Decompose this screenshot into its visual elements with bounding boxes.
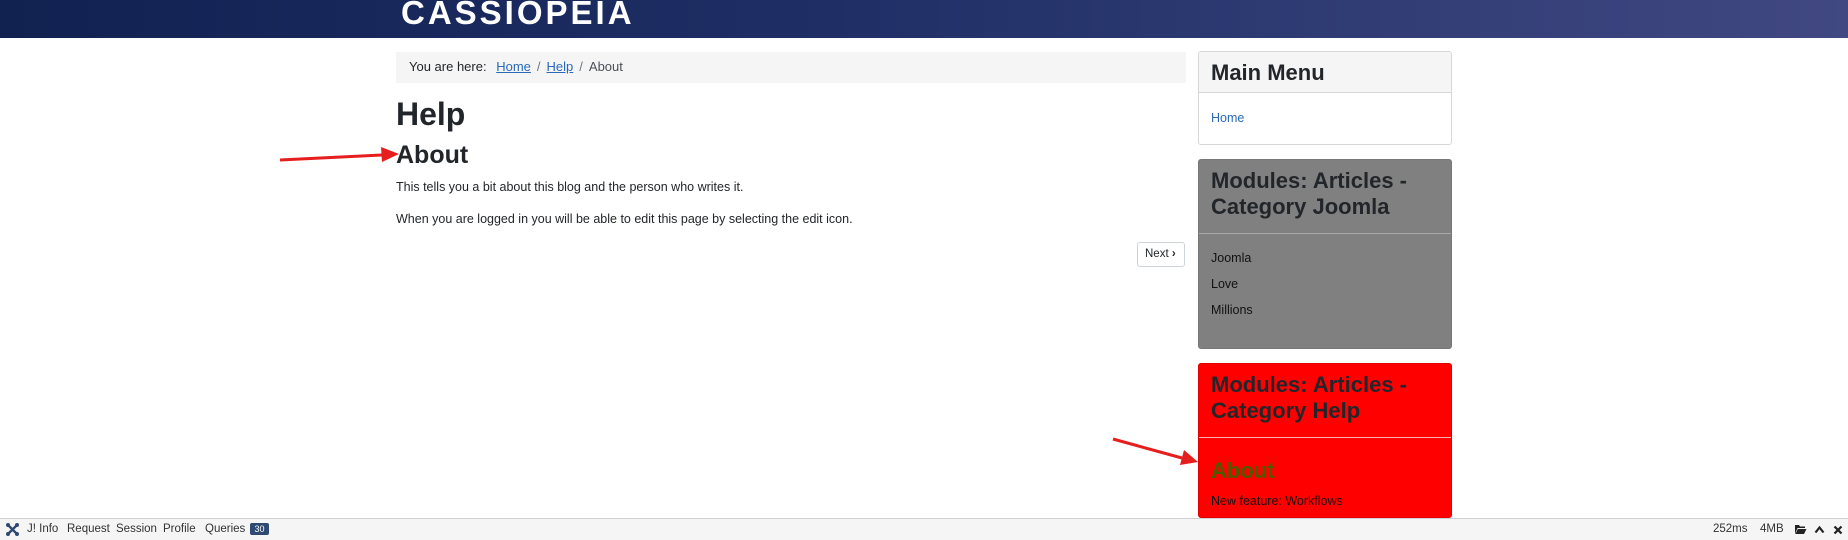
site-header: CASSIOPEIA: [0, 0, 1848, 38]
breadcrumb-help-link[interactable]: Help: [547, 59, 574, 74]
next-button[interactable]: Next ›: [1137, 242, 1185, 267]
breadcrumb-current: About: [588, 59, 623, 74]
breadcrumb-separator: /: [579, 59, 583, 74]
article-title: About: [396, 141, 469, 169]
page-heading: Help: [396, 96, 466, 132]
arrow-annotation-icon: [1112, 437, 1198, 465]
folder-open-icon[interactable]: [1794, 524, 1807, 535]
breadcrumb: You are here: Home / Help / About: [396, 52, 1186, 83]
debug-time: 252ms: [1713, 523, 1748, 535]
category-help-module: Modules: Articles - Category Help About …: [1198, 363, 1452, 518]
chevron-right-icon: ›: [1171, 248, 1176, 260]
breadcrumb-home-link[interactable]: Home: [496, 59, 531, 74]
article-paragraph: This tells you a bit about this blog and…: [396, 180, 744, 194]
debug-memory: 4MB: [1760, 523, 1784, 535]
main-menu-module: Main Menu Home: [1198, 51, 1452, 145]
category-help-text: New feature: Workflows: [1211, 494, 1343, 508]
queries-count-badge: 30: [250, 523, 269, 535]
joomla-logo-icon[interactable]: [5, 522, 20, 537]
next-label: Next: [1145, 248, 1169, 260]
category-joomla-title: Modules: Articles - Category Joomla: [1199, 160, 1451, 234]
debug-queries-tab[interactable]: Queries 30: [205, 523, 269, 535]
arrow-annotation-icon: [279, 147, 399, 162]
brand-logo[interactable]: CASSIOPEIA: [401, 0, 635, 32]
close-icon[interactable]: [1833, 525, 1843, 535]
breadcrumb-lead: You are here:: [409, 59, 487, 74]
debug-queries-label: Queries: [205, 523, 246, 535]
main-menu-item-home[interactable]: Home: [1211, 111, 1439, 125]
debug-bar: J! Info Request Session Profile Queries …: [0, 518, 1848, 540]
category-help-title: Modules: Articles - Category Help: [1199, 364, 1451, 438]
category-help-article-link[interactable]: About: [1211, 458, 1439, 484]
category-joomla-module: Modules: Articles - Category Joomla Joom…: [1198, 159, 1452, 349]
debug-profile-tab[interactable]: Profile: [163, 523, 196, 535]
breadcrumb-separator: /: [536, 59, 541, 74]
category-article-link[interactable]: Love: [1211, 275, 1439, 301]
debug-session-tab[interactable]: Session: [116, 523, 157, 535]
category-article-link[interactable]: Joomla: [1211, 249, 1439, 275]
debug-info-tab[interactable]: J! Info: [27, 523, 58, 535]
chevron-up-icon[interactable]: [1814, 525, 1825, 534]
debug-request-tab[interactable]: Request: [67, 523, 110, 535]
category-article-link[interactable]: Millions: [1211, 301, 1439, 327]
article-paragraph: When you are logged in you will be able …: [396, 212, 853, 226]
main-menu-title: Main Menu: [1199, 52, 1451, 93]
